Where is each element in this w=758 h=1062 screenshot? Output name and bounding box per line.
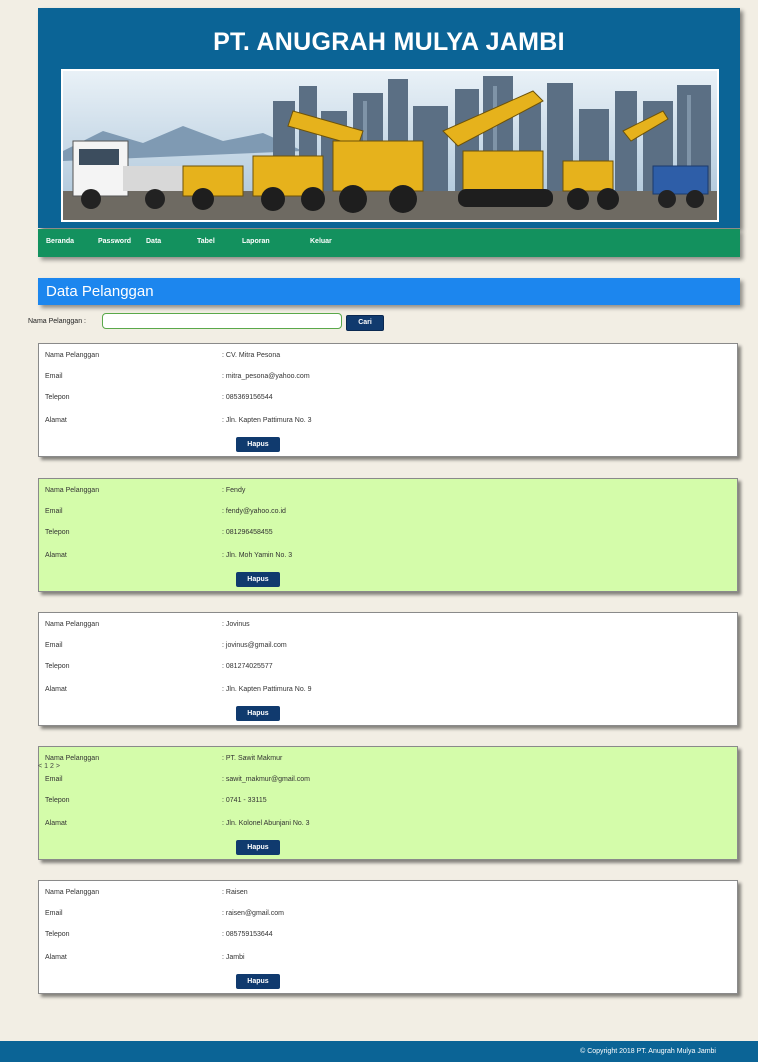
field-label-phone: Telepon bbox=[45, 931, 70, 938]
nav-item-password[interactable]: Password bbox=[98, 238, 131, 245]
header: PT. ANUGRAH MULYA JAMBI bbox=[38, 8, 740, 228]
field-value-address: : Jln. Kapten Pattimura No. 9 bbox=[222, 686, 312, 693]
customer-card: Nama Pelanggan : CV. Mitra Pesona Email : m… bbox=[38, 343, 738, 457]
field-label-address: Alamat bbox=[45, 954, 67, 961]
pagination-page-2[interactable]: 2 bbox=[50, 763, 54, 770]
field-value-name: : CV. Mitra Pesona bbox=[222, 352, 281, 359]
field-label-email: Email bbox=[45, 776, 63, 783]
field-value-name: : PT. Sawit Makmur bbox=[222, 755, 283, 762]
pagination-page-1[interactable]: 1 bbox=[44, 763, 48, 770]
field-label-phone: Telepon bbox=[45, 663, 70, 670]
delete-button[interactable]: Hapus bbox=[236, 840, 280, 855]
field-value-phone: : 085759153644 bbox=[222, 931, 273, 938]
footer: © Copyright 2018 PT. Anugrah Mulya Jambi bbox=[0, 1041, 758, 1062]
nav-item-keluar[interactable]: Keluar bbox=[310, 238, 332, 245]
field-label-email: Email bbox=[45, 910, 63, 917]
construction-banner-image bbox=[61, 69, 719, 222]
field-label-address: Alamat bbox=[45, 686, 67, 693]
nav-item-beranda[interactable]: Beranda bbox=[46, 238, 74, 245]
field-value-phone: : 081274025577 bbox=[222, 663, 273, 670]
delete-button[interactable]: Hapus bbox=[236, 437, 280, 452]
pagination: <1 2 > bbox=[38, 763, 62, 770]
field-label-name: Nama Pelanggan bbox=[45, 621, 100, 628]
nav-item-data[interactable]: Data bbox=[146, 238, 161, 245]
field-value-name: : Jovinus bbox=[222, 621, 250, 628]
field-value-email: : fendy@yahoo.co.id bbox=[222, 508, 286, 515]
search-input[interactable] bbox=[102, 313, 342, 329]
field-value-email: : mitra_pesona@yahoo.com bbox=[222, 373, 310, 380]
field-value-phone: : 0741 - 33115 bbox=[222, 797, 267, 804]
customer-card: Nama Pelanggan : Raisen Email : raisen@gmai… bbox=[38, 880, 738, 994]
field-label-address: Alamat bbox=[45, 552, 67, 559]
field-label-phone: Telepon bbox=[45, 797, 70, 804]
field-value-name: : Raisen bbox=[222, 889, 248, 896]
field-value-email: : raisen@gmail.com bbox=[222, 910, 284, 917]
field-label-email: Email bbox=[45, 373, 63, 380]
field-label-phone: Telepon bbox=[45, 394, 70, 401]
site-title: PT. ANUGRAH MULYA JAMBI bbox=[213, 28, 565, 56]
search-label: Nama Pelanggan : bbox=[28, 318, 86, 325]
field-value-phone: : 085369156544 bbox=[222, 394, 273, 401]
field-label-address: Alamat bbox=[45, 820, 67, 827]
pagination-prev[interactable]: < bbox=[38, 763, 42, 770]
field-value-email: : jovinus@gmail.com bbox=[222, 642, 287, 649]
field-value-phone: : 081296458455 bbox=[222, 529, 273, 536]
field-label-email: Email bbox=[45, 508, 63, 515]
field-value-address: : Jln. Moh Yamin No. 3 bbox=[222, 552, 293, 559]
delete-button[interactable]: Hapus bbox=[236, 572, 280, 587]
page-title: Data Pelanggan bbox=[46, 283, 154, 300]
section-title-bar: Data Pelanggan bbox=[38, 278, 740, 305]
delete-button[interactable]: Hapus bbox=[236, 974, 280, 989]
nav-item-laporan[interactable]: Laporan bbox=[242, 238, 270, 245]
customer-card: Nama Pelanggan : Fendy Email : fendy@yahoo.… bbox=[38, 478, 738, 592]
field-label-email: Email bbox=[45, 642, 63, 649]
field-label-name: Nama Pelanggan bbox=[45, 889, 100, 896]
field-value-email: : sawit_makmur@gmail.com bbox=[222, 776, 311, 783]
field-label-name: Nama Pelanggan bbox=[45, 352, 100, 359]
customer-card: Nama Pelanggan : PT. Sawit Makmur Email : s… bbox=[38, 746, 738, 860]
delete-button[interactable]: Hapus bbox=[236, 706, 280, 721]
field-value-address: : Jln. Kolonel Abunjani No. 3 bbox=[222, 820, 310, 827]
field-label-name: Nama Pelanggan bbox=[45, 755, 100, 762]
field-value-address: : Jln. Kapten Pattimura No. 3 bbox=[222, 417, 312, 424]
customer-card: Nama Pelanggan : Jovinus Email : jovinus@gm… bbox=[38, 612, 738, 726]
field-label-address: Alamat bbox=[45, 417, 67, 424]
field-label-phone: Telepon bbox=[45, 529, 70, 536]
copyright-text: © Copyright 2018 PT. Anugrah Mulya Jambi bbox=[580, 1048, 716, 1055]
pagination-next[interactable]: > bbox=[56, 763, 60, 770]
nav-item-tabel[interactable]: Tabel bbox=[197, 238, 215, 245]
field-label-name: Nama Pelanggan bbox=[45, 487, 100, 494]
field-value-name: : Fendy bbox=[222, 487, 246, 494]
main-navigation: Beranda Password Data Tabel Laporan Kelu… bbox=[38, 229, 740, 257]
field-value-address: : Jambi bbox=[222, 954, 245, 961]
search-button[interactable]: Cari bbox=[346, 315, 384, 331]
